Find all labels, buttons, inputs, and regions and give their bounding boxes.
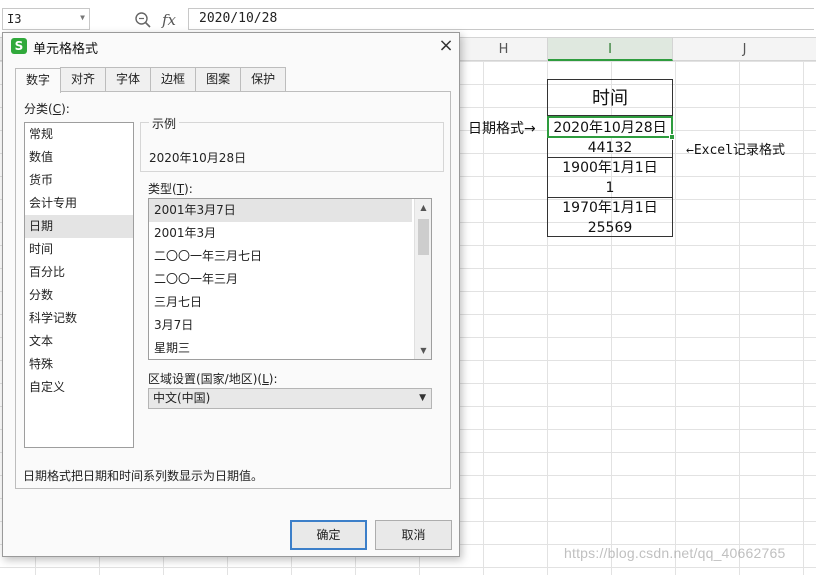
scroll-up-icon[interactable]: ▲	[415, 199, 431, 216]
type-item[interactable]: 星期三	[149, 337, 412, 359]
type-item[interactable]: 三月七日	[149, 291, 412, 314]
type-item[interactable]: 二〇〇一年三月	[149, 268, 412, 291]
chevron-down-icon[interactable]: ▼	[80, 13, 85, 22]
category-item-time[interactable]: 时间	[25, 238, 133, 261]
region-label: 区域设置(国家/地区)(L):	[148, 372, 278, 386]
tab-font[interactable]: 字体	[105, 67, 152, 92]
scroll-thumb[interactable]	[418, 219, 429, 255]
tab-pattern[interactable]: 图案	[195, 67, 242, 92]
tab-alignment[interactable]: 对齐	[60, 67, 107, 92]
category-item-text[interactable]: 文本	[25, 330, 133, 353]
region-value: 中文(中国)	[153, 391, 211, 405]
table-cell[interactable]: 25569	[548, 218, 672, 238]
formula-input[interactable]: 2020/10/28	[188, 8, 814, 30]
category-item-currency[interactable]: 货币	[25, 169, 133, 192]
sample-value: 2020年10月28日	[149, 151, 247, 165]
sample-label: 示例	[149, 115, 180, 132]
wps-logo-icon: S	[11, 38, 27, 54]
tab-protection[interactable]: 保护	[240, 67, 287, 92]
type-item[interactable]: 2001年3月	[149, 222, 412, 245]
format-cells-dialog: S 单元格格式 × 数字 对齐 字体 边框 图案 保护 分类(C): 常规 数值…	[2, 32, 460, 557]
type-list[interactable]: 2001年3月7日 2001年3月 二〇〇一年三月七日 二〇〇一年三月 三月七日…	[148, 198, 432, 360]
table-cell[interactable]: 1970年1月1日	[548, 198, 672, 218]
type-item[interactable]: 3月7日	[149, 314, 412, 337]
type-item[interactable]: 二〇〇一年三月七日	[149, 245, 412, 268]
excel-format-annotation: ←Excel记录格式	[686, 143, 785, 158]
cell-reference: I3	[7, 12, 22, 26]
region-select[interactable]: 中文(中国) ▼	[148, 388, 432, 409]
category-list[interactable]: 常规 数值 货币 会计专用 日期 时间 百分比 分数 科学记数 文本 特殊 自定…	[24, 122, 134, 448]
table-cell[interactable]: 1900年1月1日	[548, 158, 672, 178]
formula-icons: fx	[134, 9, 176, 31]
tab-border[interactable]: 边框	[150, 67, 197, 92]
dialog-titlebar[interactable]: S 单元格格式 ×	[3, 33, 459, 59]
sample-group: 示例 2020年10月28日	[140, 115, 444, 172]
category-item-fraction[interactable]: 分数	[25, 284, 133, 307]
column-header-h[interactable]: H	[460, 38, 548, 61]
type-item[interactable]: 2001年3月7日	[149, 199, 412, 222]
tab-strip: 数字 对齐 字体 边框 图案 保护	[15, 67, 287, 93]
format-description: 日期格式把日期和时间系列数显示为日期值。	[23, 469, 264, 483]
category-item-special[interactable]: 特殊	[25, 353, 133, 376]
cancel-button[interactable]: 取消	[375, 520, 452, 550]
category-item-percentage[interactable]: 百分比	[25, 261, 133, 284]
tab-number[interactable]: 数字	[15, 68, 62, 93]
function-icon[interactable]: fx	[162, 11, 176, 29]
close-button[interactable]: ×	[435, 35, 457, 57]
table-cell[interactable]: 44132	[548, 138, 672, 158]
watermark: https://blog.csdn.net/qq_40662765	[564, 545, 786, 561]
chevron-down-icon[interactable]: ▼	[419, 389, 426, 408]
zoom-icon[interactable]	[134, 11, 152, 29]
tab-panel-number: 分类(C): 常规 数值 货币 会计专用 日期 时间 百分比 分数 科学记数 文…	[15, 91, 451, 489]
category-item-date[interactable]: 日期	[25, 215, 133, 238]
table-title-cell[interactable]: 时间	[547, 79, 673, 116]
date-format-annotation: 日期格式→	[468, 121, 536, 137]
dialog-title: 单元格格式	[33, 42, 99, 57]
table-cell[interactable]: 1	[548, 178, 672, 198]
name-box[interactable]: I3 ▼	[2, 8, 90, 30]
selected-cell[interactable]: 2020年10月28日	[547, 116, 673, 138]
column-header-j[interactable]: J	[673, 38, 816, 61]
category-item-accounting[interactable]: 会计专用	[25, 192, 133, 215]
category-item-general[interactable]: 常规	[25, 123, 133, 146]
type-label: 类型(T):	[148, 182, 193, 196]
ok-button[interactable]: 确定	[290, 520, 367, 550]
category-label: 分类(C):	[24, 102, 70, 116]
category-item-scientific[interactable]: 科学记数	[25, 307, 133, 330]
type-list-scrollbar[interactable]: ▲ ▼	[414, 199, 431, 359]
category-item-number[interactable]: 数值	[25, 146, 133, 169]
scroll-down-icon[interactable]: ▼	[415, 342, 431, 359]
column-header-i[interactable]: I	[548, 38, 673, 61]
category-item-custom[interactable]: 自定义	[25, 376, 133, 399]
